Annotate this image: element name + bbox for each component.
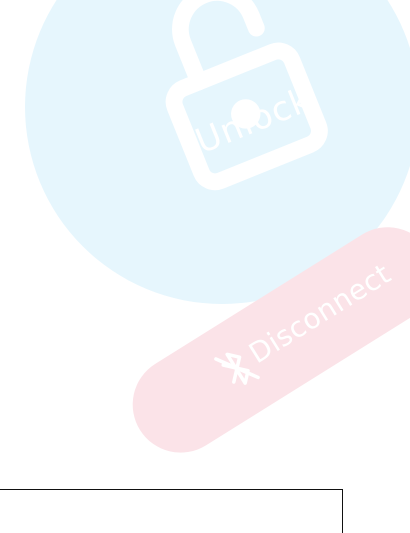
unlock-padlock-icon (165, 0, 328, 191)
screen: Unlock Disconnect (0, 0, 410, 533)
bottom-panel[interactable] (0, 489, 343, 533)
